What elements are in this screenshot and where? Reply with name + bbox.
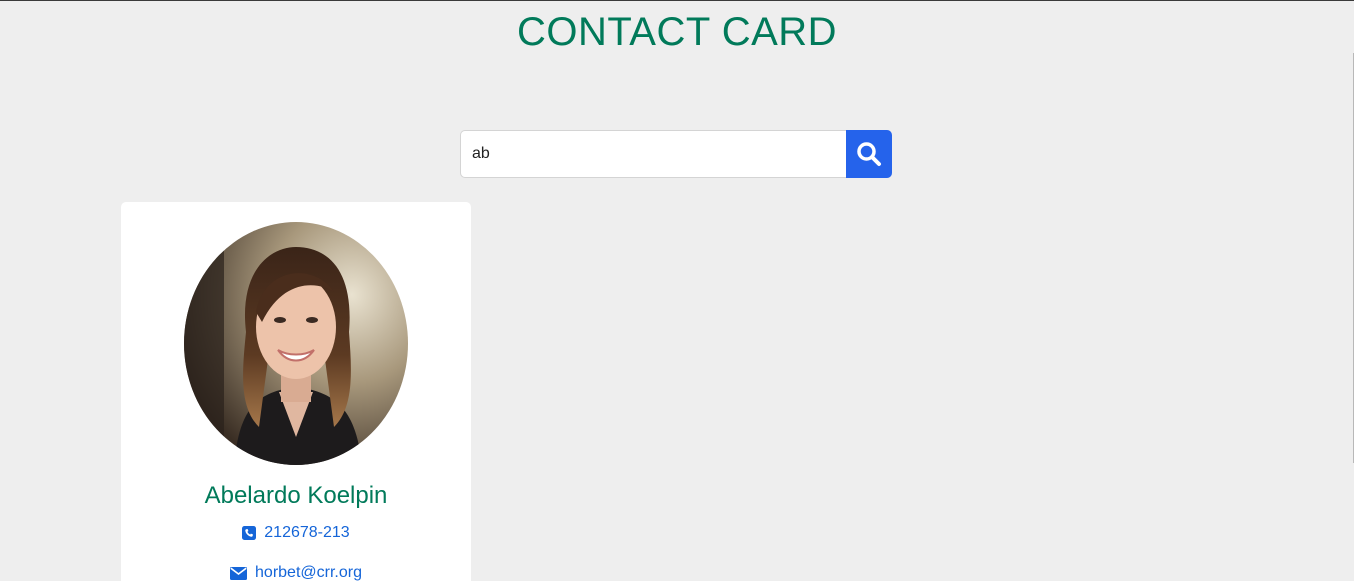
page-title: CONTACT CARD [516,10,838,54]
contact-phone: 212678-213 [264,524,350,541]
contact-card: Abelardo Koelpin 212678-213 horbet@crr.o… [121,202,471,581]
contact-email-link[interactable]: horbet@crr.org [121,564,471,581]
search-input[interactable] [460,130,846,178]
avatar [184,222,408,465]
search-button[interactable] [846,130,892,178]
contact-email: horbet@crr.org [255,564,362,581]
phone-icon [242,526,257,540]
search-icon [857,142,881,166]
envelope-icon [230,566,248,580]
contact-name: Abelardo Koelpin [204,482,388,509]
contact-phone-link[interactable]: 212678-213 [121,524,471,542]
search-bar [460,130,892,178]
